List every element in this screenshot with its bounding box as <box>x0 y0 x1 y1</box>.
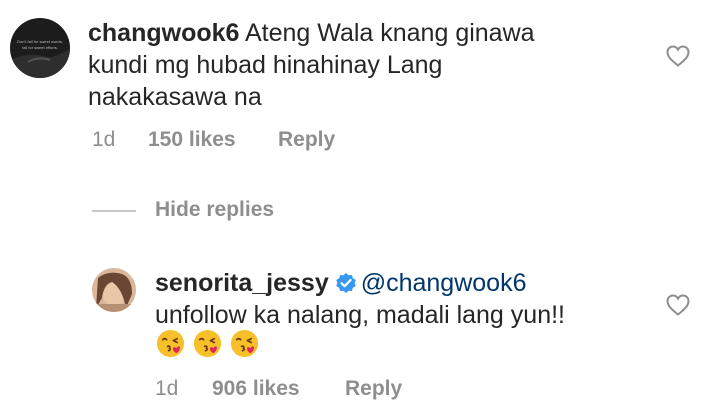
avatar-caption: Don't fall for sweet words, <box>17 39 63 44</box>
kissing-face-with-heart-icon <box>230 329 259 358</box>
reply-time: 1d <box>155 377 179 400</box>
kissing-face-with-heart-icon <box>156 329 185 358</box>
comment-time: 1d <box>92 128 116 151</box>
avatar[interactable] <box>92 268 136 312</box>
reply-meta: 1d 906 likes Reply <box>155 377 402 401</box>
comment-text: kundi mg hubad hinahinay Lang <box>88 51 443 79</box>
comment-text: nakakasawa na <box>88 83 262 111</box>
emoji-row <box>155 328 260 359</box>
hide-replies-button[interactable]: Hide replies <box>155 198 274 222</box>
verified-badge-icon <box>335 273 356 293</box>
likes-count[interactable]: 906 likes <box>212 377 345 401</box>
reply-button[interactable]: Reply <box>278 128 335 152</box>
heart-icon[interactable] <box>666 45 690 67</box>
reply-body: senorita_jessy @changwook6 unfollow ka n… <box>155 267 675 331</box>
avatar-caption: fall for sweet efforts. <box>22 45 58 50</box>
reply-username[interactable]: senorita_jessy <box>155 269 329 297</box>
kissing-face-with-heart-icon <box>193 329 222 358</box>
comment-text: Ateng Wala knang ginawa <box>245 19 535 47</box>
comment-username[interactable]: changwook6 <box>88 19 239 47</box>
comment-body: changwook6 Ateng Wala knang ginawa kundi… <box>88 17 608 113</box>
reply-text: unfollow ka nalang, madali lang yun!! <box>155 301 565 329</box>
reply-button[interactable]: Reply <box>345 377 402 401</box>
comment-meta: 1d 150 likes Reply <box>92 128 335 152</box>
heart-icon[interactable] <box>666 294 690 316</box>
avatar[interactable]: Don't fall for sweet words, fall for swe… <box>10 18 70 78</box>
mention-link[interactable]: @changwook6 <box>361 269 527 297</box>
divider-line <box>92 210 136 212</box>
likes-count[interactable]: 150 likes <box>148 128 278 152</box>
